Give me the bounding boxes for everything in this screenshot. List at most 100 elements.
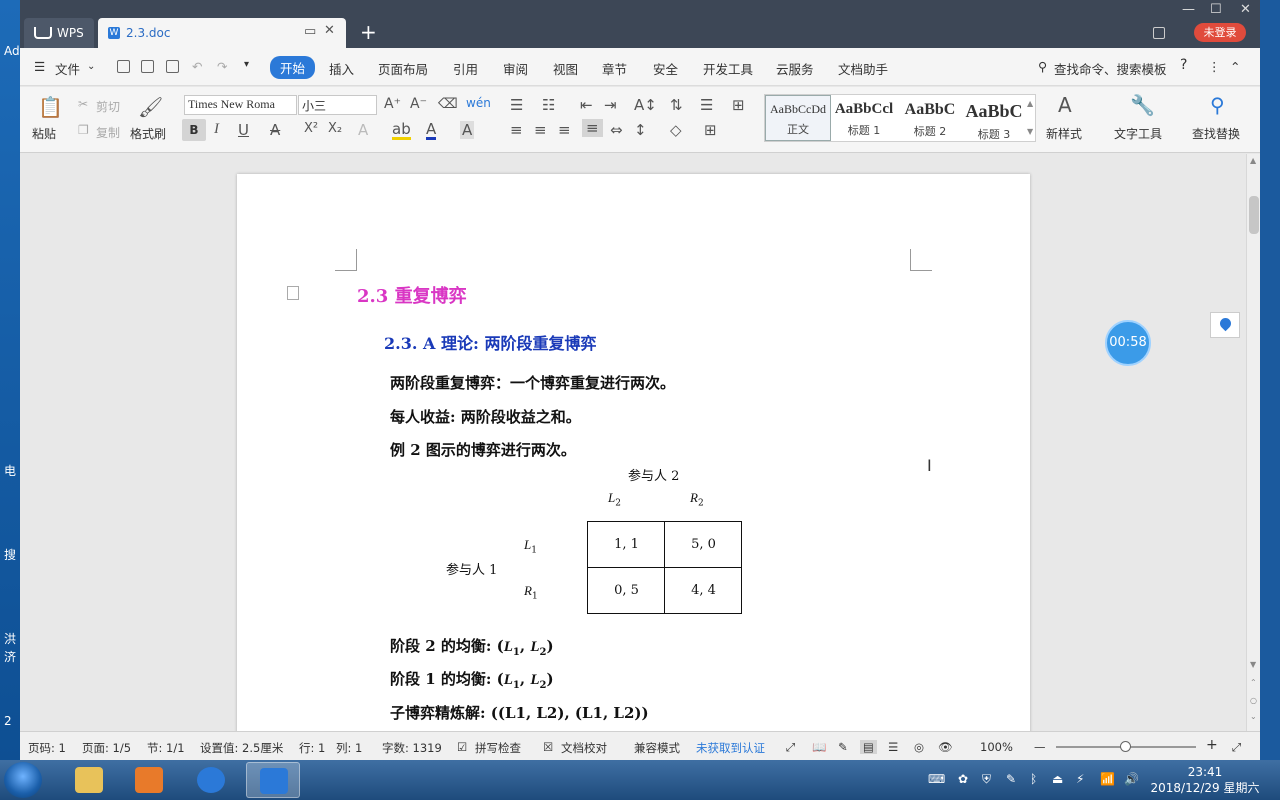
keyboard-icon[interactable]: ⌨: [928, 772, 945, 786]
grow-font-icon[interactable]: A⁺: [384, 96, 401, 112]
menu-tab-security[interactable]: 安全: [653, 59, 678, 78]
text-effect-icon[interactable]: A: [358, 121, 368, 139]
italic-icon[interactable]: I: [214, 121, 219, 138]
undo-icon[interactable]: ↶: [192, 59, 202, 74]
strikethrough-icon[interactable]: A: [270, 121, 280, 139]
help-icon[interactable]: ?: [1180, 57, 1187, 73]
zoom-slider-knob[interactable]: [1120, 741, 1131, 752]
taskbar-sogou[interactable]: [184, 762, 238, 798]
text-direction-icon[interactable]: A↕: [634, 96, 657, 114]
zoom-out-icon[interactable]: —: [1034, 740, 1046, 754]
more-options-icon[interactable]: ⋮: [1208, 59, 1221, 74]
menu-tab-layout[interactable]: 页面布局: [378, 59, 428, 78]
shrink-font-icon[interactable]: A⁻: [410, 96, 427, 112]
scroll-up-icon[interactable]: ▲: [1250, 156, 1256, 165]
bluetooth-icon[interactable]: ᛒ: [1030, 772, 1037, 786]
close-tab-icon[interactable]: ✕: [324, 23, 335, 38]
auth-status[interactable]: 未获取到认证: [696, 740, 768, 756]
clock[interactable]: 23:41 2018/12/29 星期六: [1150, 764, 1260, 796]
paragraph-handle-icon[interactable]: [287, 286, 299, 300]
tray-app-icon[interactable]: ✿: [958, 772, 968, 786]
shield-icon[interactable]: ⛨: [982, 772, 991, 787]
fit-page-icon[interactable]: ⤢: [1232, 740, 1241, 755]
new-style-button[interactable]: 新样式: [1046, 125, 1082, 142]
next-page-icon[interactable]: ⌄: [1250, 712, 1257, 721]
menu-tab-review[interactable]: 审阅: [503, 59, 528, 78]
vertical-scrollbar[interactable]: ▲ ▼ ⌃ ○ ⌄: [1246, 154, 1260, 731]
paragraph[interactable]: 例 2 图示的博弈进行两次。: [390, 439, 576, 460]
new-tab-icon[interactable]: +: [360, 20, 377, 44]
paste-button[interactable]: 粘贴: [32, 125, 56, 142]
menu-file[interactable]: 文件: [55, 59, 80, 78]
format-painter-icon[interactable]: 🖌: [138, 95, 163, 119]
cut-button[interactable]: 剪切: [96, 98, 120, 115]
redo-icon[interactable]: ↷: [217, 59, 227, 74]
timer-badge[interactable]: 00:58: [1105, 320, 1151, 366]
menu-toggle-icon[interactable]: ☰: [34, 59, 45, 74]
line-spacing-menu-icon[interactable]: ☰: [700, 96, 713, 114]
device-icon[interactable]: [1153, 27, 1165, 39]
borders-icon[interactable]: ⊞: [704, 121, 717, 139]
save-icon[interactable]: [117, 60, 130, 73]
page-view-icon[interactable]: ▤: [860, 740, 877, 754]
font-name-select[interactable]: Times New Roma: [184, 95, 297, 115]
align-center-icon[interactable]: ≡: [534, 121, 547, 139]
menu-tab-references[interactable]: 引用: [453, 59, 478, 78]
style-heading-3[interactable]: AaBbC 标题 3: [963, 95, 1025, 141]
tab-wps-home[interactable]: WPS: [24, 18, 94, 48]
decrease-indent-icon[interactable]: ⇤: [580, 96, 593, 114]
find-replace-button[interactable]: 查找替换: [1192, 125, 1240, 142]
taskbar-media[interactable]: [122, 762, 176, 798]
spell-check-icon[interactable]: ☑: [457, 740, 467, 754]
tab-document[interactable]: W 2.3.doc ▭ ✕: [98, 18, 346, 48]
select-browse-icon[interactable]: ○: [1250, 696, 1257, 705]
menu-tab-developer[interactable]: 开发工具: [703, 59, 753, 78]
paragraph[interactable]: 每人收益: 两阶段收益之和。: [390, 406, 581, 427]
show-marks-icon[interactable]: ⊞: [732, 96, 745, 114]
spell-check-button[interactable]: 拼写检查: [475, 740, 521, 756]
web-view-icon[interactable]: ◎: [914, 740, 924, 754]
align-left-icon[interactable]: ≡: [510, 121, 523, 139]
subscript-icon[interactable]: X₂: [328, 121, 342, 136]
scroll-thumb[interactable]: [1249, 196, 1259, 234]
equilibrium-line[interactable]: 阶段 2 的均衡: (L1, L2): [390, 635, 554, 658]
paragraph[interactable]: 两阶段重复博弈：一个博弈重复进行两次。: [390, 372, 675, 393]
float-window-icon[interactable]: ▭: [304, 24, 316, 39]
clear-format-icon[interactable]: ⌫: [438, 96, 458, 112]
copy-icon[interactable]: ❐: [78, 123, 89, 137]
collapse-ribbon-icon[interactable]: ⌃: [1230, 59, 1240, 74]
align-right-icon[interactable]: ≡: [558, 121, 571, 139]
scroll-down-icon[interactable]: ▼: [1250, 660, 1256, 669]
menu-tab-cloud[interactable]: 云服务: [776, 59, 814, 78]
numbering-icon[interactable]: ☷: [542, 96, 555, 114]
highlight-icon[interactable]: ab: [392, 121, 411, 140]
zoom-in-icon[interactable]: +: [1206, 737, 1218, 753]
copy-button[interactable]: 复制: [96, 124, 120, 141]
bullets-icon[interactable]: ☰: [510, 96, 523, 114]
prev-page-icon[interactable]: ⌃: [1250, 678, 1257, 687]
shading-icon[interactable]: ◇: [670, 121, 682, 139]
outline-view-icon[interactable]: ☰: [888, 740, 898, 754]
login-button[interactable]: 未登录: [1194, 23, 1246, 42]
style-normal[interactable]: AaBbCcDd 正文: [765, 95, 831, 141]
tray-tool-icon[interactable]: ✎: [1006, 772, 1016, 786]
style-scroll-up-icon[interactable]: ▲: [1027, 99, 1033, 108]
justify-icon[interactable]: ≡: [582, 119, 603, 137]
safe-remove-icon[interactable]: ⏏: [1052, 772, 1063, 786]
power-icon[interactable]: ⚡: [1076, 772, 1084, 786]
command-search[interactable]: 查找命令、搜索模板: [1054, 59, 1167, 78]
line-spacing-icon[interactable]: ↕: [634, 121, 647, 139]
proofread-button[interactable]: 文档校对: [561, 740, 607, 756]
print-icon[interactable]: [141, 60, 154, 73]
read-mode-icon[interactable]: 📖: [812, 740, 826, 754]
increase-indent-icon[interactable]: ⇥: [604, 96, 617, 114]
start-button[interactable]: [4, 762, 42, 798]
zoom-level[interactable]: 100%: [980, 740, 1013, 754]
wrench-icon[interactable]: 🔧: [1130, 93, 1155, 117]
location-pin-button[interactable]: [1210, 312, 1240, 338]
sort-icon[interactable]: ⇅: [670, 96, 683, 114]
menu-tab-chapter[interactable]: 章节: [602, 59, 627, 78]
style-scroll-down-icon[interactable]: ▼: [1027, 127, 1033, 136]
search-icon[interactable]: ⚲: [1038, 59, 1047, 74]
distribute-icon[interactable]: ⇔: [610, 121, 623, 139]
